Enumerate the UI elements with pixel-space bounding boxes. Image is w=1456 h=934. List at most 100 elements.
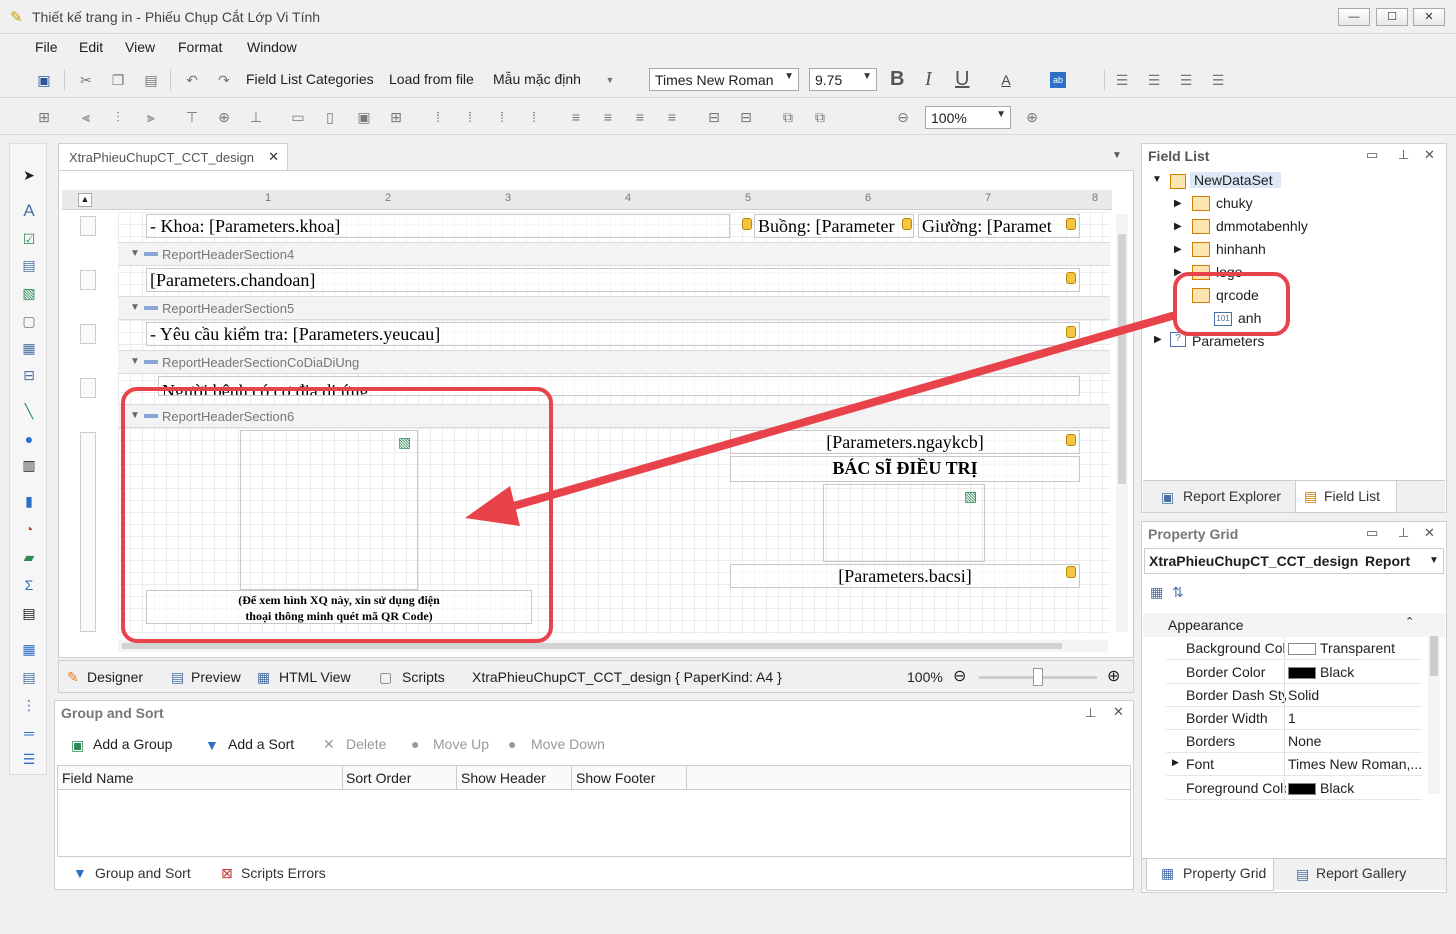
sum-tool-icon[interactable]: Σ bbox=[20, 576, 38, 594]
zoom-out-icon[interactable]: ⊖ bbox=[953, 666, 966, 686]
collapse-icon[interactable]: ▼ bbox=[130, 410, 140, 421]
size-to-grid-icon[interactable]: ⊞ bbox=[388, 109, 404, 125]
pivot-tool-icon[interactable]: ▦ bbox=[20, 640, 38, 658]
toc-tool-icon[interactable]: ⋮ bbox=[20, 696, 38, 714]
table-tool-icon[interactable]: ▦ bbox=[20, 339, 38, 357]
property-value[interactable]: Times New Roman,... bbox=[1288, 756, 1422, 772]
qr-note-field[interactable]: (Để xem hình XQ này, xin sử dụng điện tho… bbox=[146, 590, 532, 624]
toolbar-overflow-icon[interactable]: ▼ bbox=[602, 72, 618, 88]
v-spacing-decrease-icon[interactable]: ≡ bbox=[632, 109, 648, 125]
report-canvas[interactable]: - Khoa: [Parameters.khoa] Buồng: [Parame… bbox=[118, 212, 1110, 634]
paste-icon[interactable]: ▤ bbox=[143, 72, 159, 88]
tree-item-hinhanh[interactable]: hinhanh bbox=[1216, 241, 1266, 257]
tab-list-chevron-icon[interactable]: ▼ bbox=[1112, 150, 1122, 161]
group-sort-grid[interactable]: Field Name Sort Order Show Header Show F… bbox=[57, 765, 1131, 857]
h-spacing-decrease-icon[interactable]: ⁞ bbox=[494, 109, 510, 125]
property-value[interactable]: 1 bbox=[1288, 710, 1296, 726]
property-row[interactable]: ▶ Font Times New Roman,... bbox=[1166, 753, 1422, 776]
align-to-grid-icon[interactable]: ⊞ bbox=[36, 109, 52, 125]
property-row[interactable]: Background Colo Transparent bbox=[1166, 637, 1422, 660]
close-panel-icon[interactable]: ✕ bbox=[1113, 704, 1124, 720]
h-spacing-increase-icon[interactable]: ⁞ bbox=[462, 109, 478, 125]
collapse-icon[interactable]: ⌃ bbox=[1405, 615, 1414, 628]
tab-group-and-sort[interactable]: Group and Sort bbox=[95, 865, 191, 881]
collapse-icon[interactable]: ▼ bbox=[130, 248, 140, 259]
property-value[interactable]: Solid bbox=[1288, 687, 1319, 703]
tab-report-gallery[interactable]: Report Gallery bbox=[1316, 865, 1406, 881]
font-name-combo[interactable]: Times New Roman ▼ bbox=[649, 68, 799, 91]
v-spacing-increase-icon[interactable]: ≡ bbox=[600, 109, 616, 125]
scroll-thumb[interactable] bbox=[1430, 636, 1438, 676]
barcode-tool-icon[interactable]: ▥ bbox=[20, 456, 38, 474]
expand-icon[interactable]: ▶ bbox=[1174, 244, 1182, 255]
align-left-icon[interactable]: ☰ bbox=[1114, 72, 1130, 88]
h-spacing-equal-icon[interactable]: ⁞ bbox=[430, 109, 446, 125]
tree-item-anh[interactable]: anh bbox=[1238, 310, 1261, 326]
zoom-combo[interactable]: 100% ▼ bbox=[925, 106, 1011, 129]
shape-tool-icon[interactable]: ● bbox=[20, 430, 38, 448]
chandoan-field[interactable]: [Parameters.chandoan] bbox=[146, 268, 1080, 292]
column-show-header[interactable]: Show Header bbox=[461, 770, 546, 786]
expand-icon[interactable]: ▶ bbox=[1172, 757, 1179, 768]
align-tops-icon[interactable]: ⊤ bbox=[184, 109, 200, 125]
same-size-icon[interactable]: ▣ bbox=[356, 109, 372, 125]
bring-to-front-icon[interactable]: ⧉ bbox=[780, 109, 796, 125]
align-centers-icon[interactable]: ⫶ bbox=[110, 109, 126, 125]
label-tool-icon[interactable]: A bbox=[20, 202, 38, 220]
expand-icon[interactable]: ▼ bbox=[1152, 174, 1162, 185]
alphabetical-icon[interactable]: ⇅ bbox=[1172, 584, 1184, 601]
tree-item-dmmotabenhly[interactable]: dmmotabenhly bbox=[1216, 218, 1308, 234]
add-group-button[interactable]: Add a Group bbox=[93, 736, 172, 752]
undo-icon[interactable]: ↶ bbox=[184, 72, 200, 88]
cut-icon[interactable]: ✂ bbox=[78, 72, 94, 88]
underline-button[interactable]: U bbox=[955, 68, 969, 91]
subreport-tool-icon[interactable]: ▤ bbox=[20, 668, 38, 686]
gauge-tool-icon[interactable]: ◔ bbox=[20, 520, 38, 538]
property-value[interactable]: Black bbox=[1288, 780, 1354, 796]
tree-item-logo[interactable]: logo bbox=[1216, 264, 1242, 280]
close-panel-icon[interactable]: ✕ bbox=[1424, 147, 1435, 163]
property-row[interactable]: Borders None bbox=[1166, 730, 1422, 753]
tree-item-parameters[interactable]: Parameters bbox=[1192, 333, 1264, 349]
window-position-icon[interactable]: ▭ bbox=[1366, 525, 1378, 541]
scroll-thumb[interactable] bbox=[1118, 234, 1126, 484]
h-spacing-remove-icon[interactable]: ⁞ bbox=[526, 109, 542, 125]
zoom-out-icon[interactable]: ⊖ bbox=[895, 109, 911, 125]
html-view-tab[interactable]: HTML View bbox=[279, 669, 351, 685]
delete-button[interactable]: Delete bbox=[346, 736, 386, 752]
sparkline-tool-icon[interactable]: ▰ bbox=[20, 548, 38, 566]
zoom-slider[interactable] bbox=[979, 668, 1097, 686]
band-header-section6[interactable]: ▼ ReportHeaderSection6 bbox=[118, 404, 1110, 428]
categorized-icon[interactable]: ▦ bbox=[1150, 584, 1163, 601]
band-marker[interactable] bbox=[80, 270, 96, 290]
tab-field-list-active[interactable]: ▤ Field List bbox=[1295, 481, 1397, 513]
tab-report-design[interactable]: XtraPhieuChupCT_CCT_design ✕ bbox=[58, 143, 288, 170]
band-marker[interactable] bbox=[80, 216, 96, 236]
page-break-tool-icon[interactable]: ═ bbox=[20, 724, 38, 742]
align-middles-icon[interactable]: ⊕ bbox=[216, 109, 232, 125]
tree-item-newdataset[interactable]: NewDataSet bbox=[1190, 172, 1281, 188]
column-sort-order[interactable]: Sort Order bbox=[346, 770, 411, 786]
band-marker[interactable] bbox=[80, 378, 96, 398]
italic-button[interactable]: I bbox=[925, 68, 932, 91]
add-sort-button[interactable]: Add a Sort bbox=[228, 736, 294, 752]
save-icon[interactable]: ▣ bbox=[36, 72, 52, 88]
horizontal-scrollbar[interactable] bbox=[118, 640, 1108, 652]
chart-tool-icon[interactable]: ▮ bbox=[20, 492, 38, 510]
align-rights-icon[interactable]: ⫸ bbox=[143, 109, 159, 125]
pin-icon[interactable]: ⊥ bbox=[1398, 147, 1409, 163]
signature-picture-box[interactable] bbox=[823, 484, 985, 562]
property-value[interactable]: Black bbox=[1288, 664, 1354, 680]
font-color-icon[interactable]: A bbox=[998, 72, 1014, 88]
tree-item-chuky[interactable]: chuky bbox=[1216, 195, 1253, 211]
pointer-icon[interactable]: ➤ bbox=[20, 166, 38, 184]
bacsi-field[interactable]: [Parameters.bacsi] bbox=[730, 564, 1080, 588]
window-position-icon[interactable]: ▭ bbox=[1366, 147, 1378, 163]
default-template-button[interactable]: Mẫu mặc định bbox=[493, 71, 581, 87]
bold-button[interactable]: B bbox=[890, 68, 904, 91]
expand-icon[interactable]: ▶ bbox=[1154, 334, 1162, 345]
v-spacing-equal-icon[interactable]: ≡ bbox=[568, 109, 584, 125]
send-to-back-icon[interactable]: ⧉ bbox=[812, 109, 828, 125]
cross-band-tool-icon[interactable]: ☰ bbox=[20, 750, 38, 768]
center-vertically-icon[interactable]: ⊟ bbox=[738, 109, 754, 125]
